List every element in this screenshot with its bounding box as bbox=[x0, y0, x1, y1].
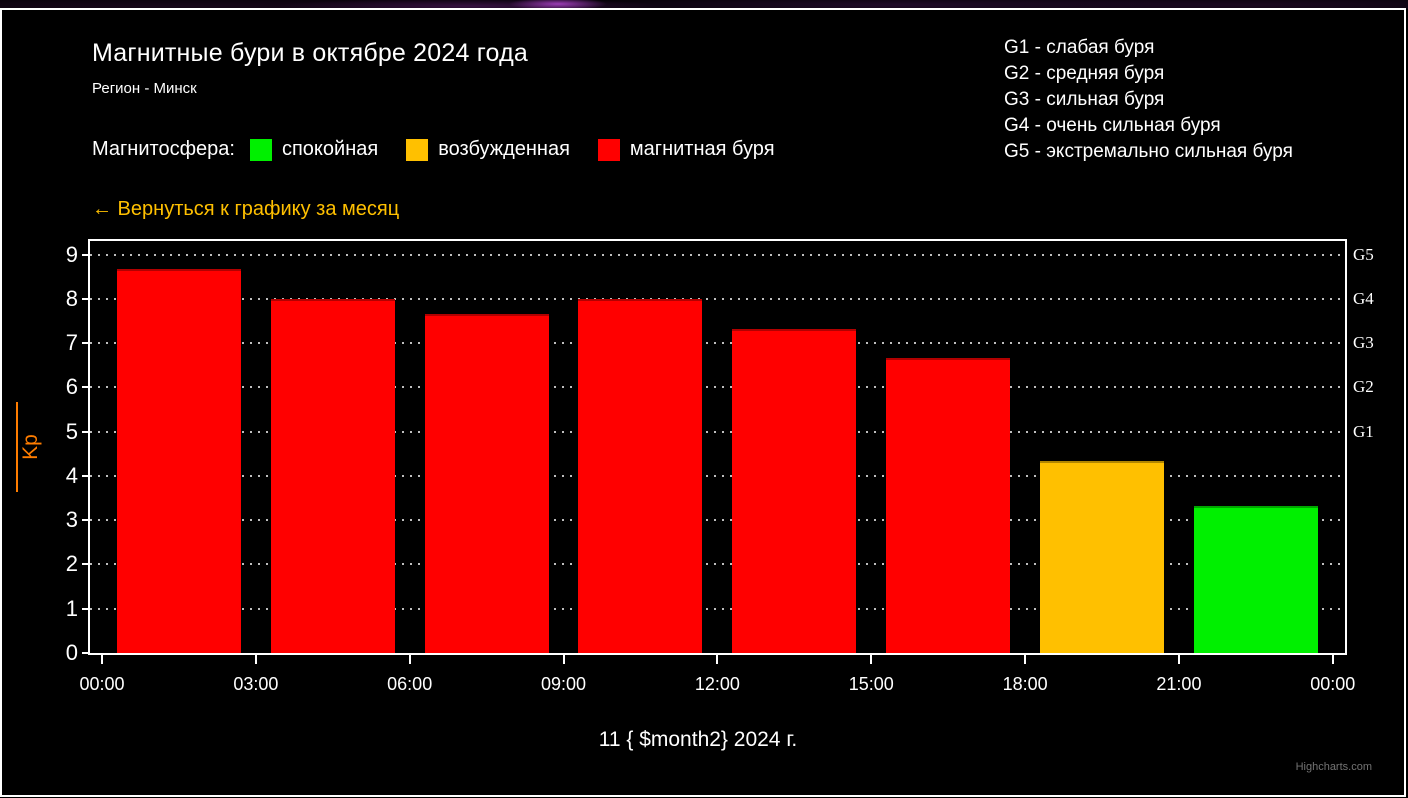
bar-09:00-12:00[interactable] bbox=[578, 299, 702, 653]
back-to-month-link[interactable]: ← Вернуться к графику за месяц bbox=[92, 198, 399, 221]
x-axis-tick bbox=[1024, 653, 1026, 664]
x-axis-tick bbox=[563, 653, 565, 664]
storm-scale-legend: G1 - слабая буряG2 - средняя буряG3 - си… bbox=[1004, 35, 1293, 165]
y-axis-tick bbox=[82, 652, 90, 654]
x-axis-title: 11 { $month2} 2024 г. bbox=[398, 728, 998, 752]
x-axis-label-2: 06:00 bbox=[365, 674, 455, 694]
y-axis-label-8: 8 bbox=[28, 285, 78, 313]
x-axis-label-5: 15:00 bbox=[826, 674, 916, 694]
right-axis-label-g1: G1 bbox=[1353, 421, 1374, 443]
x-axis-label-0: 00:00 bbox=[57, 674, 147, 694]
x-axis-tick bbox=[409, 653, 411, 664]
right-axis-label-g3: G3 bbox=[1353, 332, 1374, 354]
storm-scale-item: G5 - экстремально сильная буря bbox=[1004, 139, 1293, 165]
x-axis-label-4: 12:00 bbox=[672, 674, 762, 694]
x-axis-label-3: 09:00 bbox=[519, 674, 609, 694]
bar-12:00-15:00[interactable] bbox=[732, 329, 856, 653]
storm-scale-item: G4 - очень сильная буря bbox=[1004, 113, 1293, 139]
chart-subtitle: Регион - Минск bbox=[92, 80, 197, 97]
x-axis-tick bbox=[255, 653, 257, 664]
bar-03:00-06:00[interactable] bbox=[271, 299, 395, 653]
magnetosphere-legend: Магнитосфера: спокойная возбужденная маг… bbox=[92, 136, 803, 163]
legend-swatch-storm bbox=[598, 139, 620, 161]
y-axis-label-3: 3 bbox=[28, 506, 78, 534]
x-axis-tick bbox=[101, 653, 103, 664]
bar-18:00-21:00[interactable] bbox=[1040, 461, 1164, 653]
right-axis-label-g2: G2 bbox=[1353, 376, 1374, 398]
y-axis-tick bbox=[82, 254, 90, 256]
y-axis-label-9: 9 bbox=[28, 241, 78, 269]
bar-00:00-03:00[interactable] bbox=[117, 269, 241, 653]
y-axis-tick bbox=[82, 563, 90, 565]
y-axis-tick bbox=[82, 386, 90, 388]
y-axis-tick bbox=[82, 298, 90, 300]
y-axis-label-6: 6 bbox=[28, 373, 78, 401]
storm-scale-item: G1 - слабая буря bbox=[1004, 35, 1293, 61]
chart-title: Магнитные бури в октябре 2024 года bbox=[92, 39, 528, 68]
x-axis-tick bbox=[870, 653, 872, 664]
y-axis-tick bbox=[82, 608, 90, 610]
gridline-9 bbox=[90, 254, 1345, 256]
y-axis-tick bbox=[82, 519, 90, 521]
x-axis-label-6: 18:00 bbox=[980, 674, 1070, 694]
y-axis-label-1: 1 bbox=[28, 595, 78, 623]
y-axis-label-2: 2 bbox=[28, 550, 78, 578]
y-axis-label-4: 4 bbox=[28, 462, 78, 490]
y-axis-label-5: 5 bbox=[28, 418, 78, 446]
bar-06:00-09:00[interactable] bbox=[425, 314, 549, 653]
y-axis-tick bbox=[82, 431, 90, 433]
x-axis-tick bbox=[1178, 653, 1180, 664]
y-axis-label-0: 0 bbox=[28, 639, 78, 667]
x-axis-label-8: 00:00 bbox=[1288, 674, 1378, 694]
x-axis-label-1: 03:00 bbox=[211, 674, 301, 694]
storm-scale-item: G3 - сильная буря bbox=[1004, 87, 1293, 113]
x-axis-tick bbox=[716, 653, 718, 664]
legend-title: Магнитосфера: bbox=[92, 138, 235, 161]
right-axis-label-g4: G4 bbox=[1353, 288, 1374, 310]
y-axis-tick bbox=[82, 475, 90, 477]
legend-label-quiet: спокойная bbox=[282, 138, 378, 161]
legend-label-storm: магнитная буря bbox=[630, 138, 775, 161]
x-axis-tick bbox=[1332, 653, 1334, 664]
magnetic-storm-page: { "header": { "title": "Магнитные бури в… bbox=[0, 0, 1408, 798]
highcharts-credits-link[interactable]: Highcharts.com bbox=[1172, 761, 1372, 773]
x-axis-label-7: 21:00 bbox=[1134, 674, 1224, 694]
y-axis-tick bbox=[82, 342, 90, 344]
right-axis-label-g5: G5 bbox=[1353, 244, 1374, 266]
storm-scale-item: G2 - средняя буря bbox=[1004, 61, 1293, 87]
bar-15:00-18:00[interactable] bbox=[886, 358, 1010, 653]
bar-21:00-00:00[interactable] bbox=[1194, 506, 1318, 653]
legend-label-excited: возбужденная bbox=[438, 138, 570, 161]
legend-swatch-excited bbox=[406, 139, 428, 161]
y-axis-label-7: 7 bbox=[28, 329, 78, 357]
legend-swatch-quiet bbox=[250, 139, 272, 161]
